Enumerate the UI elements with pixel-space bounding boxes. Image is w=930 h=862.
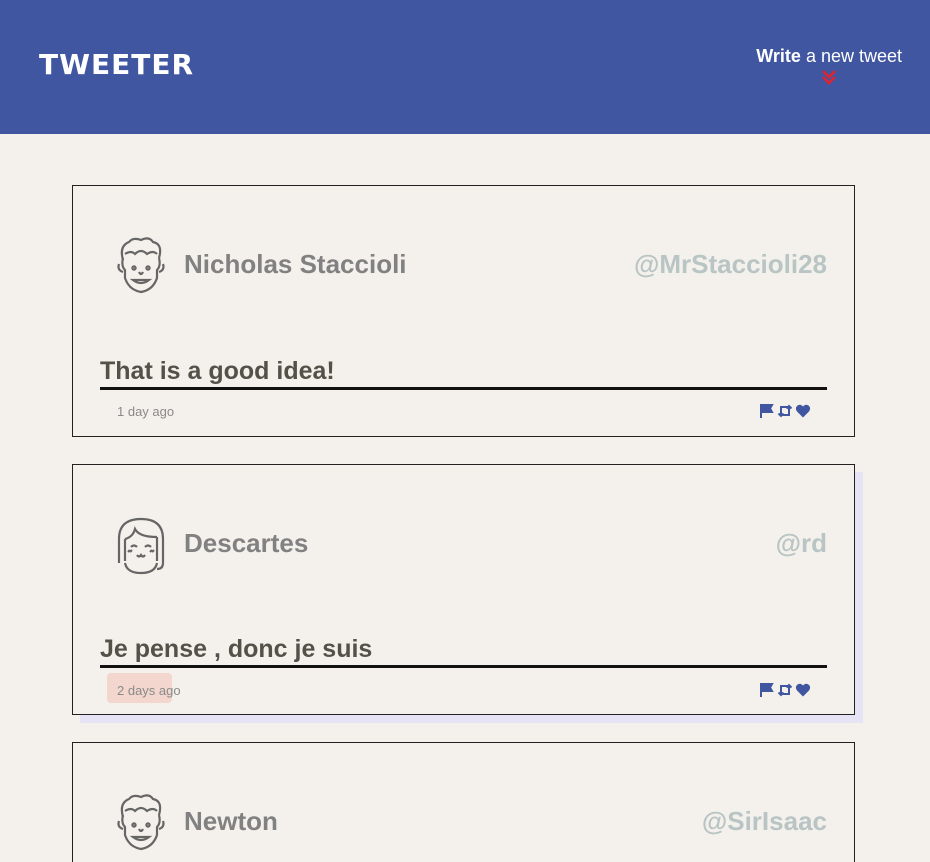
curly-hair-avatar-icon <box>117 237 165 294</box>
retweet-icon[interactable] <box>777 403 793 419</box>
retweet-icon[interactable] <box>777 682 793 698</box>
tweet-author-handle: @rd <box>775 528 827 558</box>
tweet-author-handle: @SirIsaac <box>701 806 827 836</box>
tweet-card: Nicholas Staccioli @MrStaccioli28 That i… <box>72 185 855 437</box>
app-logo[interactable]: TWEETER <box>39 48 194 81</box>
tweet-actions <box>759 403 811 419</box>
tweet-text: That is a good idea! <box>100 357 827 390</box>
curly-hair-avatar-icon <box>117 794 165 851</box>
flag-icon[interactable] <box>759 403 775 419</box>
tweet-timestamp: 2 days ago <box>117 683 181 698</box>
tweet-author-handle: @MrStaccioli28 <box>634 249 827 279</box>
flag-icon[interactable] <box>759 682 775 698</box>
tweet-timestamp: 1 day ago <box>117 404 175 419</box>
tweet-actions <box>759 682 811 698</box>
tweet-text: Je pense , donc je suis <box>100 635 827 668</box>
tweet-author-name: Newton <box>184 806 278 836</box>
tweet-card: Newton @SirIsaac <box>72 742 855 862</box>
tweet-author-name: Descartes <box>184 528 309 558</box>
write-new-tweet-button[interactable]: Write a new tweet <box>756 46 902 85</box>
bob-hair-avatar-icon <box>117 517 165 575</box>
double-chevron-down-icon[interactable] <box>820 69 838 85</box>
write-label-rest: a new tweet <box>800 46 902 66</box>
heart-icon[interactable] <box>795 403 811 419</box>
top-nav: TWEETER Write a new tweet <box>0 0 930 134</box>
write-label-bold: Write <box>756 46 801 66</box>
tweet-card: Descartes @rd Je pense , donc je suis 2 … <box>72 464 855 715</box>
heart-icon[interactable] <box>795 682 811 698</box>
tweet-author-name: Nicholas Staccioli <box>184 249 407 279</box>
